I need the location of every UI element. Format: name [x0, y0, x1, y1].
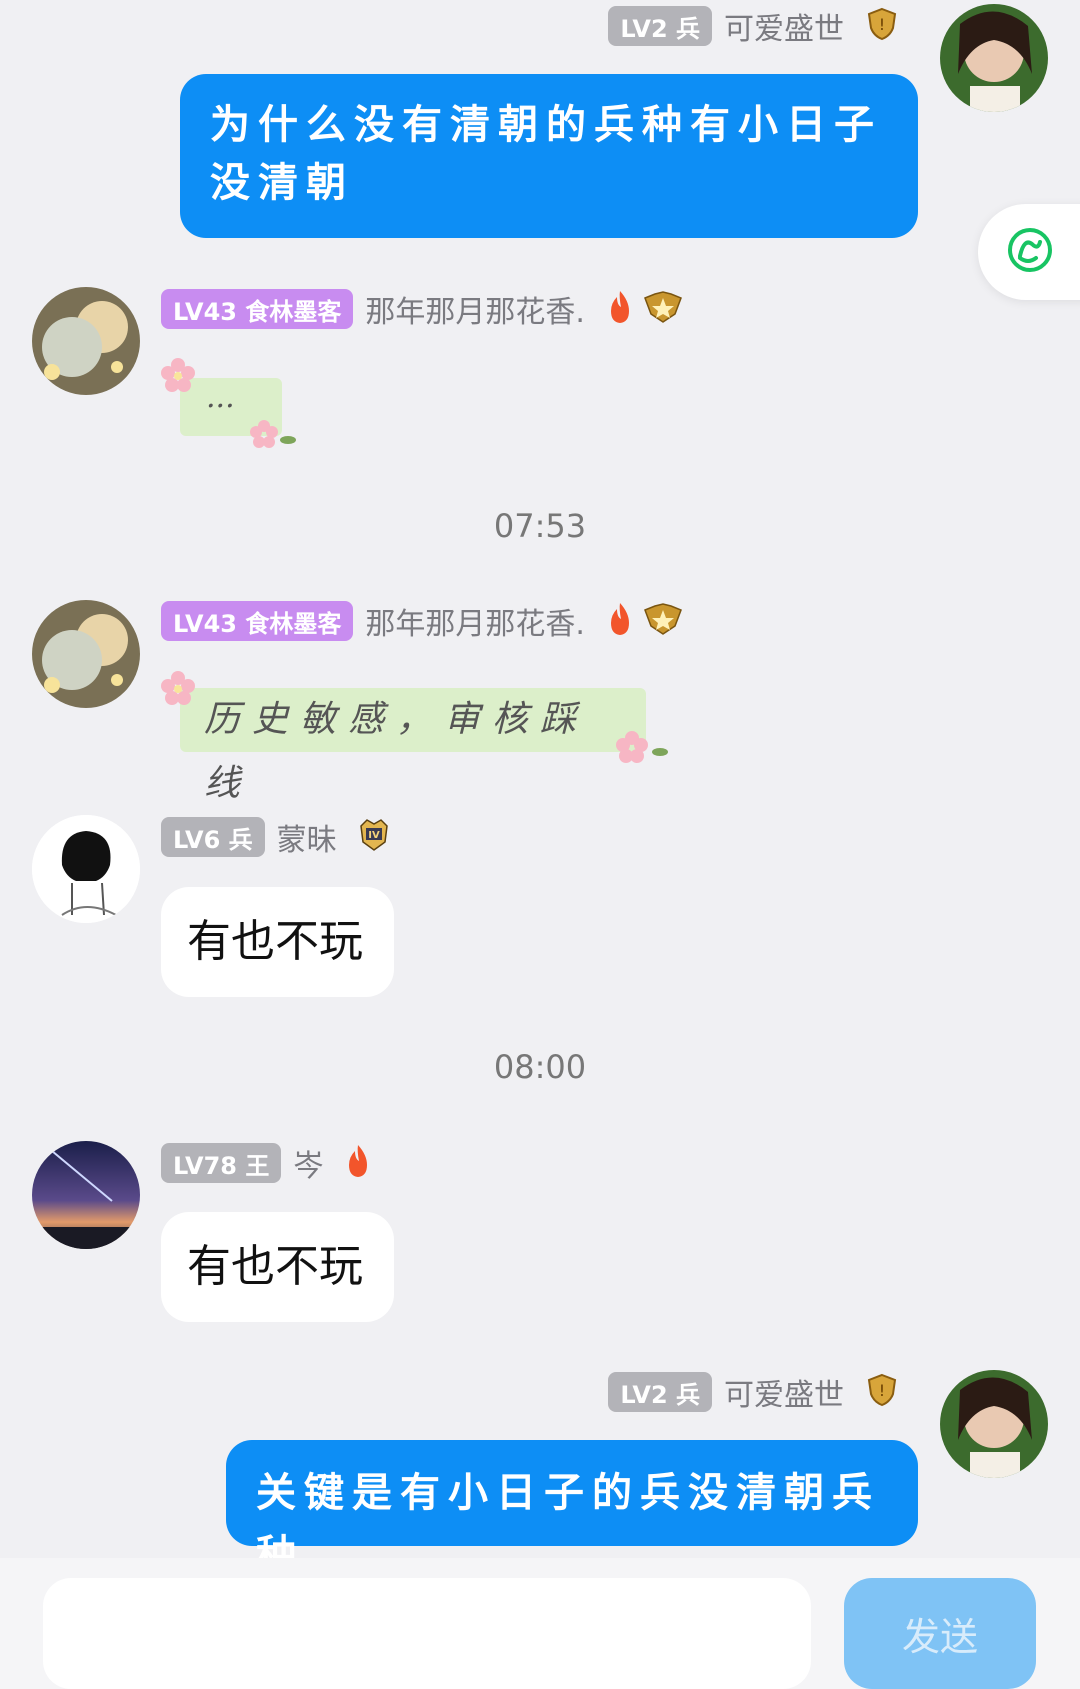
fire-icon [343, 1143, 373, 1183]
message-bubble[interactable]: 有也不玩 [161, 887, 394, 997]
msg4-meta: LV6 兵 蒙昧 IV [161, 815, 391, 859]
avatar-self[interactable] [940, 1370, 1048, 1478]
message-bubble[interactable]: 历史敏感，审核踩线 [180, 688, 646, 804]
msg6-meta: LV2 兵 可爱盛世 ! [608, 1370, 900, 1414]
side-float-button[interactable] [978, 204, 1080, 300]
level-badge: LV43 食林墨客 [161, 289, 354, 329]
message-input[interactable] [43, 1578, 811, 1689]
avatar-user[interactable] [32, 815, 140, 923]
swirl-icon [1006, 226, 1054, 278]
message-text: ... [206, 380, 235, 415]
fire-icon [605, 289, 635, 329]
svg-text:IV: IV [368, 830, 380, 841]
level-badge: LV78 王 [161, 1143, 282, 1183]
timestamp: 07:53 [493, 507, 587, 545]
star-badge-icon [643, 602, 683, 640]
timestamp: 08:00 [493, 1048, 587, 1086]
message-text: 历史敏感，审核踩线 [204, 699, 589, 804]
level-badge: LV2 兵 [608, 6, 712, 46]
flower-decoration-icon [616, 731, 668, 763]
shield-badge-icon: ! [864, 6, 900, 46]
msg3-meta: LV43 食林墨客 那年那月那花香. [161, 599, 683, 643]
message-bubble[interactable]: 关键是有小日子的兵没清朝兵种 [226, 1440, 918, 1578]
rank-iv-badge-icon: IV [357, 818, 391, 856]
send-button[interactable]: 发送 [844, 1578, 1036, 1689]
avatar-user[interactable] [32, 287, 140, 395]
shield-badge-icon: ! [864, 1372, 900, 1412]
message-bubble[interactable]: 为什么没有清朝的兵种有小日子没清朝 [180, 74, 918, 238]
nickname[interactable]: 蒙昧 [277, 815, 337, 859]
flower-decoration-icon [250, 420, 296, 448]
msg5-meta: LV78 王 岑 [161, 1141, 373, 1185]
star-badge-icon [643, 290, 683, 328]
msg2-meta: LV43 食林墨客 那年那月那花香. [161, 287, 683, 331]
nickname[interactable]: 那年那月那花香. [365, 287, 585, 331]
svg-text:!: ! [879, 15, 885, 34]
level-badge: LV43 食林墨客 [161, 601, 354, 641]
nickname[interactable]: 可爱盛世 [724, 1370, 844, 1414]
message-bubble[interactable]: 有也不玩 [161, 1212, 394, 1322]
nickname[interactable]: 岑 [293, 1141, 323, 1185]
fire-icon [605, 601, 635, 641]
msg1-meta: LV2 兵 可爱盛世 ! [608, 4, 900, 48]
flower-decoration-icon [161, 671, 195, 705]
avatar-user[interactable] [32, 1141, 140, 1249]
level-badge: LV6 兵 [161, 817, 265, 857]
svg-text:!: ! [879, 1381, 885, 1400]
avatar-self[interactable] [940, 4, 1048, 112]
avatar-user[interactable] [32, 600, 140, 708]
flower-decoration-icon [161, 358, 195, 392]
nickname[interactable]: 可爱盛世 [724, 4, 844, 48]
nickname[interactable]: 那年那月那花香. [365, 599, 585, 643]
level-badge: LV2 兵 [608, 1372, 712, 1412]
